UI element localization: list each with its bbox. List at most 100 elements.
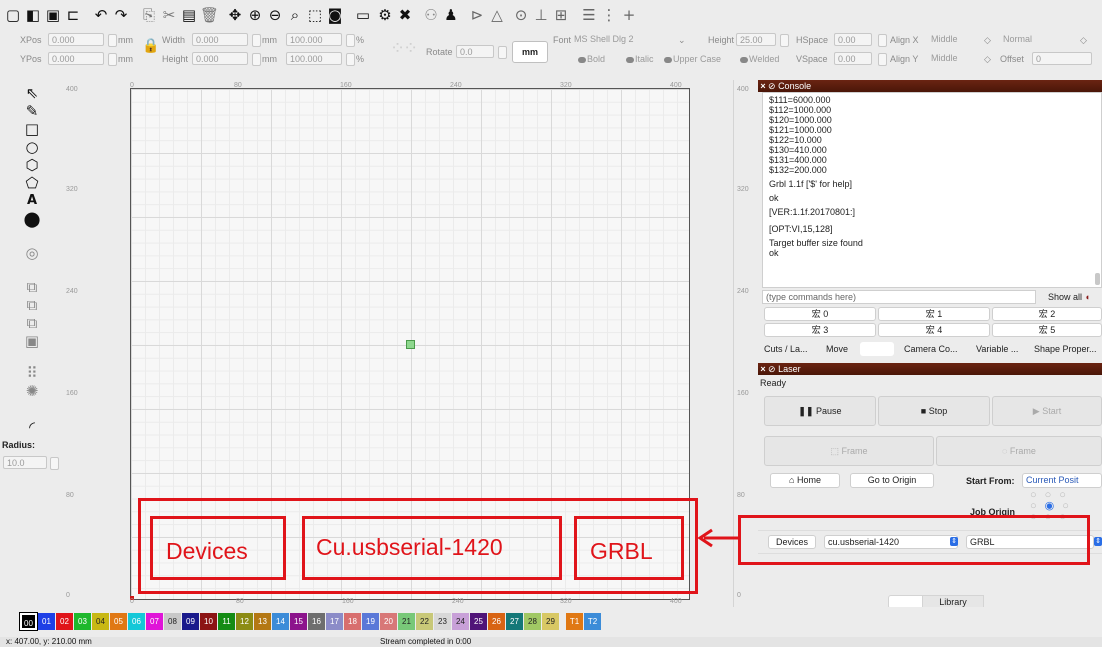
- target-icon[interactable]: ⊙: [512, 6, 530, 24]
- hspace-input[interactable]: 0.00: [834, 33, 872, 46]
- polygon-icon[interactable]: ⬡: [22, 156, 42, 174]
- palette-swatch-16[interactable]: 16: [308, 613, 325, 630]
- xpos-stepper[interactable]: [108, 34, 117, 47]
- delete-icon[interactable]: 🗑: [200, 6, 219, 24]
- palette-swatch-21[interactable]: 21: [398, 613, 415, 630]
- palette-swatch-28[interactable]: 28: [524, 613, 541, 630]
- palette-swatch-29[interactable]: 29: [542, 613, 559, 630]
- ypos-stepper[interactable]: [108, 53, 117, 66]
- palette-swatch-14[interactable]: 14: [272, 613, 289, 630]
- palette-swatch-19[interactable]: 19: [362, 613, 379, 630]
- tab-cuts-layers[interactable]: Cuts / La...: [764, 344, 808, 354]
- italic-toggle[interactable]: Italic: [626, 54, 654, 64]
- font-height-stepper[interactable]: [780, 34, 789, 47]
- palette-swatch-t1[interactable]: T1: [566, 613, 583, 630]
- font-height-input[interactable]: 25.00: [736, 33, 776, 46]
- palette-swatch-26[interactable]: 26: [488, 613, 505, 630]
- palette-swatch-20[interactable]: 20: [380, 613, 397, 630]
- subtract-icon[interactable]: ⧉: [22, 296, 42, 314]
- import-icon[interactable]: ⊏: [64, 6, 82, 24]
- close-icon[interactable]: ×: [758, 363, 768, 375]
- width-input[interactable]: 0.000: [192, 33, 248, 46]
- width-stepper[interactable]: [252, 34, 261, 47]
- palette-swatch-06[interactable]: 06: [128, 613, 145, 630]
- macro-button[interactable]: 宏 3: [764, 323, 876, 337]
- font-select[interactable]: MS Shell Dlg 2: [571, 33, 691, 46]
- tools-icon[interactable]: ✖: [396, 6, 414, 24]
- ellipse-icon[interactable]: ○: [22, 138, 42, 156]
- width-percent-input[interactable]: 100.000: [286, 33, 342, 46]
- save-icon[interactable]: ▣: [44, 6, 62, 24]
- macro-button[interactable]: 宏 1: [878, 307, 990, 321]
- welded-toggle[interactable]: Welded: [740, 54, 779, 64]
- palette-swatch-00[interactable]: 00: [19, 612, 38, 631]
- users-icon[interactable]: ⚇: [422, 6, 440, 24]
- pause-button[interactable]: ❚❚ Pause: [764, 396, 876, 426]
- rotate-origin-grid-icon[interactable]: ⁘⁘: [390, 38, 424, 68]
- settings-icon[interactable]: ⚙: [376, 6, 394, 24]
- start-button[interactable]: ▶ Start: [992, 396, 1102, 426]
- tab-camera-control[interactable]: Camera Co...: [904, 344, 958, 354]
- frame-icon[interactable]: ▣: [22, 332, 42, 350]
- palette-swatch-05[interactable]: 05: [110, 613, 127, 630]
- rectangle-icon[interactable]: □: [22, 120, 42, 138]
- text-icon[interactable]: A: [22, 192, 42, 210]
- palette-swatch-11[interactable]: 11: [218, 613, 235, 630]
- bold-toggle[interactable]: Bold: [578, 54, 605, 64]
- select-icon[interactable]: ⇖: [22, 84, 42, 102]
- radius-stepper[interactable]: [50, 457, 59, 470]
- user-icon[interactable]: ♟: [442, 6, 460, 24]
- console-output[interactable]: $111=6000.000 $112=1000.000 $120=1000.00…: [762, 92, 1102, 288]
- palette-swatch-17[interactable]: 17: [326, 613, 343, 630]
- tab-shape-properties[interactable]: Shape Proper...: [1034, 344, 1097, 354]
- camera-icon[interactable]: ◙: [326, 6, 344, 24]
- unit-toggle-button[interactable]: mm: [512, 41, 548, 63]
- palette-swatch-12[interactable]: 12: [236, 613, 253, 630]
- frame-rect-button[interactable]: ⬚ Frame: [764, 436, 934, 466]
- cut-icon[interactable]: ✂: [160, 6, 178, 24]
- move-icon[interactable]: ✥: [226, 6, 244, 24]
- pen-icon[interactable]: ✎: [22, 102, 42, 120]
- array-icon[interactable]: ⠿: [22, 364, 42, 382]
- rotate-input[interactable]: 0.0: [456, 45, 494, 58]
- distribute-icon[interactable]: ⊞: [552, 6, 570, 24]
- palette-swatch-10[interactable]: 10: [200, 613, 217, 630]
- intersect-icon[interactable]: ⧉: [22, 314, 42, 332]
- open-icon[interactable]: ◧: [24, 6, 42, 24]
- new-icon[interactable]: ▢: [4, 6, 22, 24]
- home-button[interactable]: ⌂ Home: [770, 473, 840, 488]
- union-icon[interactable]: ⧉: [22, 278, 42, 296]
- console-scrollbar[interactable]: [1095, 273, 1100, 285]
- shape-icon[interactable]: ⬠: [22, 174, 42, 192]
- grid-array-icon[interactable]: ☰: [580, 6, 598, 24]
- palette-swatch-t2[interactable]: T2: [584, 613, 601, 630]
- select-frame-icon[interactable]: ⬚: [306, 6, 324, 24]
- console-command-input[interactable]: (type commands here): [762, 290, 1036, 304]
- alignx-select[interactable]: Middle: [928, 33, 988, 46]
- show-all-button[interactable]: Show all ◖: [1048, 292, 1090, 302]
- paste-icon[interactable]: ▤: [180, 6, 198, 24]
- lock-ratio-icon[interactable]: 🔒: [142, 38, 159, 60]
- undo-icon[interactable]: ↶: [92, 6, 110, 24]
- float-icon[interactable]: ⊘: [768, 81, 776, 91]
- macro-button[interactable]: 宏 4: [878, 323, 990, 337]
- position-icon[interactable]: ⬤: [22, 210, 42, 228]
- macro-button[interactable]: 宏 0: [764, 307, 876, 321]
- zoom-in-icon[interactable]: ⊕: [246, 6, 264, 24]
- tab-variable-text[interactable]: Variable ...: [976, 344, 1018, 354]
- palette-swatch-22[interactable]: 22: [416, 613, 433, 630]
- start-from-select[interactable]: Current Posit: [1022, 473, 1102, 488]
- offset-icon[interactable]: ◎: [22, 244, 42, 262]
- palette-swatch-03[interactable]: 03: [74, 613, 91, 630]
- float-icon[interactable]: ⊘: [768, 364, 776, 374]
- hspace-stepper[interactable]: [878, 34, 887, 47]
- xpos-input[interactable]: 0.000: [48, 33, 104, 46]
- tab-move[interactable]: Move: [826, 344, 848, 354]
- vspace-stepper[interactable]: [878, 53, 887, 66]
- offset-input[interactable]: 0: [1032, 52, 1092, 65]
- redo-icon[interactable]: ↷: [112, 6, 130, 24]
- normal-select[interactable]: Normal: [1000, 33, 1070, 46]
- snap-icon[interactable]: +: [620, 6, 638, 24]
- palette-swatch-18[interactable]: 18: [344, 613, 361, 630]
- tab-active[interactable]: [860, 342, 894, 356]
